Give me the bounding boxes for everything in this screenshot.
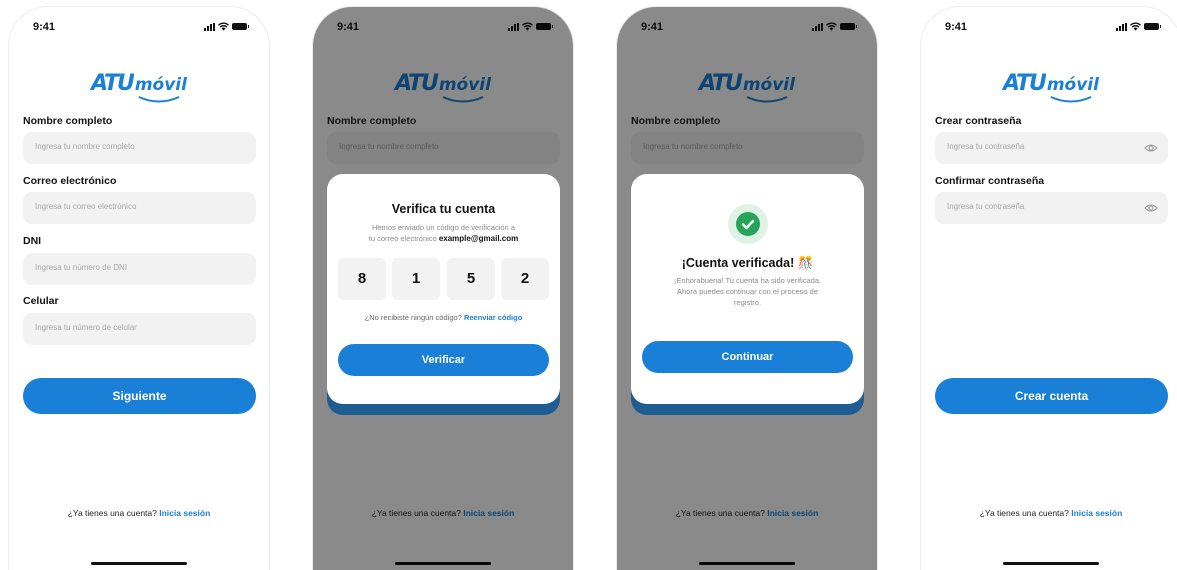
dni-input[interactable]: Ingresa tu número de DNI — [23, 253, 256, 285]
verified-title: ¡Cuenta verificada! 🎊 — [681, 256, 814, 270]
status-bar: 9:41 — [9, 21, 269, 35]
dni-placeholder: Ingresa tu número de DNI — [35, 263, 128, 272]
phone-screen-registration: 9:41 ATU móvil Nombre completo Ingresa tu… — [8, 6, 270, 570]
continue-button[interactable]: Continuar — [642, 341, 853, 373]
resend-code-link[interactable]: Reenviar código — [464, 313, 522, 322]
logo-movil-text: móvil — [1046, 75, 1099, 95]
cellular-signal-icon — [1116, 22, 1127, 31]
wifi-icon — [218, 22, 229, 31]
status-time: 9:41 — [945, 21, 968, 33]
fullname-label: Nombre completo — [23, 115, 113, 127]
email-label: Correo electrónico — [23, 175, 117, 187]
logo-swoosh-icon — [138, 96, 180, 103]
cellular-signal-icon — [204, 22, 215, 31]
verify-email: example@gmail.com — [438, 234, 519, 243]
otp-digit-2[interactable]: 1 — [392, 258, 440, 300]
home-indicator — [1003, 562, 1099, 565]
create-password-input[interactable]: Ingresa tu contraseña — [935, 132, 1168, 164]
battery-icon — [1144, 23, 1161, 30]
otp-digit-4[interactable]: 2 — [501, 258, 549, 300]
eye-icon[interactable] — [1144, 141, 1158, 155]
fullname-input[interactable]: Ingresa tu nombre completo — [23, 132, 256, 164]
checkmark-icon — [735, 212, 760, 236]
login-link[interactable]: Inicia sesión — [1071, 508, 1122, 518]
eye-icon[interactable] — [1144, 201, 1158, 215]
verified-description: ¡Enhorabuena! Tu cuenta ha sido verifica… — [631, 275, 864, 308]
confirm-password-placeholder: Ingresa tu contraseña — [947, 202, 1025, 211]
dni-label: DNI — [23, 235, 42, 247]
logo-movil-text: móvil — [134, 75, 187, 95]
status-time: 9:41 — [33, 21, 56, 33]
verified-modal: ¡Cuenta verificada! 🎊 ¡Enhorabuena! Tu c… — [631, 174, 864, 404]
login-prompt-text: ¿Ya tienes una cuenta? — [67, 508, 157, 518]
email-placeholder: Ingresa tu correo electrónico — [35, 202, 137, 211]
phone-label: Celular — [23, 295, 59, 307]
wifi-icon — [1130, 22, 1141, 31]
atu-movil-logo: ATU móvil — [921, 71, 1177, 103]
verify-modal: Verifica tu cuenta Hemos enviado un códi… — [327, 174, 560, 404]
create-password-label: Crear contraseña — [935, 115, 1022, 127]
next-button[interactable]: Siguiente — [23, 378, 256, 414]
confirm-password-input[interactable]: Ingresa tu contraseña — [935, 192, 1168, 224]
verify-line2: tu correo electrónico — [368, 234, 437, 243]
status-bar: 9:41 — [921, 21, 1177, 35]
fullname-placeholder: Ingresa tu nombre completo — [35, 142, 135, 151]
resend-row: ¿No recibiste ningún código? Reenviar có… — [327, 313, 560, 322]
login-link[interactable]: Inicia sesión — [159, 508, 210, 518]
verify-title: Verifica tu cuenta — [391, 202, 496, 216]
phone-input[interactable]: Ingresa tu número de celular — [23, 313, 256, 345]
phone-placeholder: Ingresa tu número de celular — [35, 323, 137, 332]
success-badge — [727, 204, 768, 244]
verified-line2: Ahora puedes continuar con el proceso de — [677, 287, 818, 296]
login-prompt: ¿Ya tienes una cuenta? Inicia sesión — [921, 508, 1177, 518]
email-input[interactable]: Ingresa tu correo electrónico — [23, 192, 256, 224]
phone-screen-password: 9:41 ATU móvil Crear contraseña Ingresa t… — [920, 6, 1177, 570]
verify-button[interactable]: Verificar — [338, 344, 549, 376]
verify-description: Hemos enviado un código de verificación … — [327, 222, 560, 244]
create-account-button[interactable]: Crear cuenta — [935, 378, 1168, 414]
phone-screen-verified: 9:41 ATU móvil Nombre completo Ingresa tu… — [616, 6, 878, 570]
phone-screen-verify: 9:41 ATU móvil Nombre completo Ingresa tu… — [312, 6, 574, 570]
confirm-password-label: Confirmar contraseña — [935, 175, 1045, 187]
logo-atu-text: ATU — [91, 71, 135, 96]
atu-movil-logo: ATU móvil — [9, 71, 269, 103]
home-indicator — [91, 562, 187, 565]
otp-digit-3[interactable]: 5 — [447, 258, 495, 300]
otp-digit-1[interactable]: 8 — [338, 258, 386, 300]
logo-atu-text: ATU — [1003, 71, 1047, 96]
login-prompt: ¿Ya tienes una cuenta? Inicia sesión — [9, 508, 269, 518]
verified-line1: ¡Enhorabuena! Tu cuenta ha sido verifica… — [673, 276, 822, 285]
login-prompt-text: ¿Ya tienes una cuenta? — [979, 508, 1069, 518]
verify-line2-wrap: tu correo electrónico example@gmail.com — [327, 233, 560, 244]
create-password-placeholder: Ingresa tu contraseña — [947, 142, 1025, 151]
battery-icon — [232, 23, 249, 30]
resend-text: ¿No recibiste ningún código? — [364, 313, 462, 322]
verify-line1: Hemos enviado un código de verificación … — [371, 223, 515, 232]
verified-line3: registro. — [733, 298, 762, 307]
logo-swoosh-icon — [1050, 96, 1092, 103]
